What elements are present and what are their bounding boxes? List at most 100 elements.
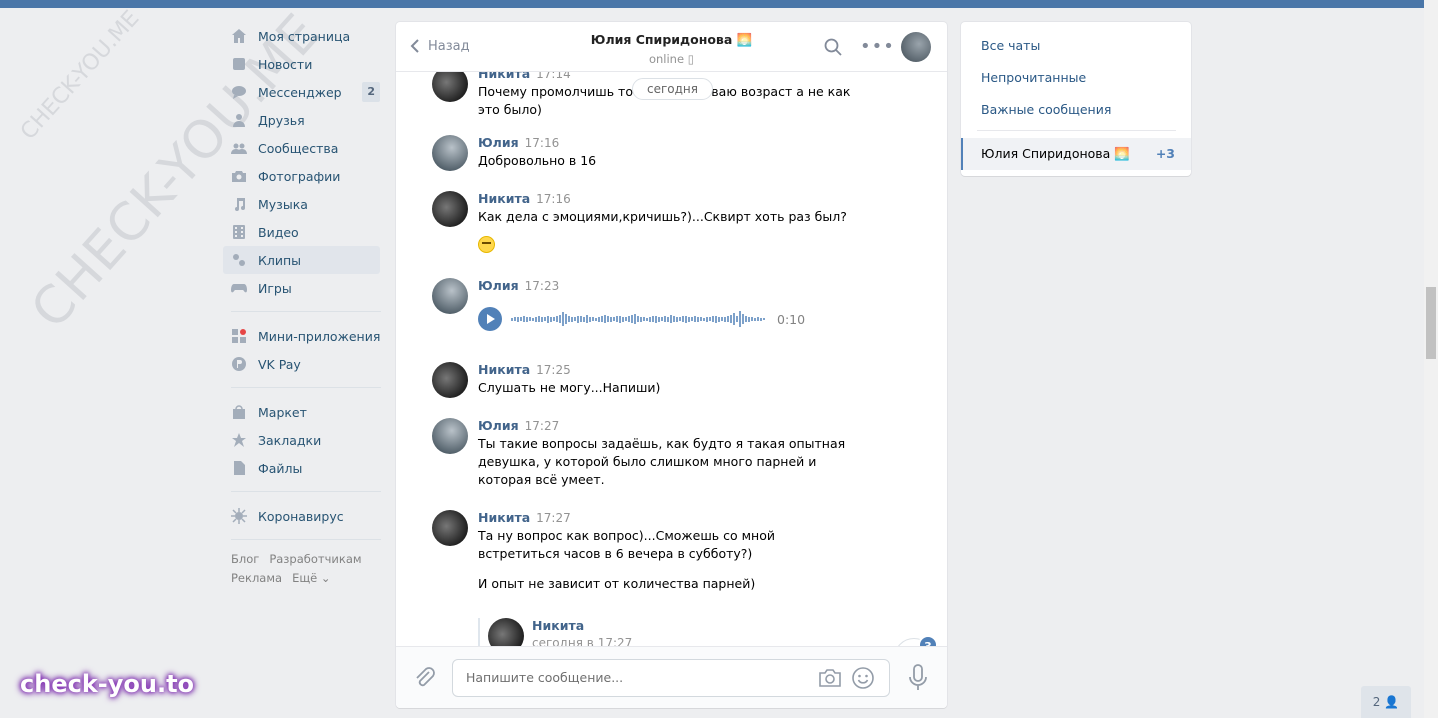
- waveform-bar: [583, 316, 585, 322]
- sidebar-item-market[interactable]: Маркет: [223, 398, 383, 426]
- waveform-bar: [571, 316, 573, 322]
- message-text: Слушать не могу...Напиши): [478, 380, 661, 395]
- waveform-bar: [565, 314, 567, 324]
- message-author[interactable]: Юлия 17:16: [478, 135, 868, 150]
- sidebar-item-label: Сообщества: [258, 140, 339, 156]
- flushed-emoji-icon: [478, 236, 495, 253]
- sidebar-item-news[interactable]: Новости: [223, 50, 383, 78]
- filter-unread[interactable]: Непрочитанные: [981, 70, 1086, 85]
- waveform-bar: [559, 315, 561, 323]
- sidebar-item-bookmarks[interactable]: Закладки: [223, 426, 383, 454]
- message-author[interactable]: Юлия 17:27: [478, 418, 858, 433]
- message-time: 17:25: [536, 363, 571, 377]
- message-author[interactable]: Юлия 17:23: [478, 278, 868, 293]
- more-options-icon[interactable]: •••: [860, 38, 895, 56]
- message-list[interactable]: Никита17:14 Почему промолчишь то?) Я спр…: [396, 72, 947, 646]
- sidebar-item-label: Новости: [258, 56, 313, 72]
- messenger-icon: [231, 84, 247, 100]
- sidebar-divider: [231, 491, 381, 492]
- sidebar-item-coronavirus[interactable]: Коронавирус: [223, 502, 383, 530]
- chat-window: Назад Юлия Спиридонова 🌅 online ▯ ••• Ни…: [396, 22, 947, 708]
- forwarded-message[interactable]: Никита сегодня в 17:27: [478, 618, 632, 646]
- online-people-button[interactable]: 2 👤: [1361, 686, 1411, 718]
- sidebar-item-clips[interactable]: Клипы: [223, 246, 380, 274]
- avatar[interactable]: [432, 72, 468, 102]
- waveform-bar: [736, 316, 738, 322]
- waveform-bar: [763, 318, 765, 320]
- sidebar-item-friends[interactable]: Друзья: [223, 106, 383, 134]
- message-author[interactable]: Никита 17:25: [478, 362, 868, 377]
- sidebar-item-label: Моя страница: [258, 28, 351, 44]
- waveform-bar: [673, 316, 675, 322]
- vkpay-icon: [231, 356, 247, 372]
- waveform-bar: [703, 317, 705, 321]
- waveform-bar: [715, 315, 717, 323]
- avatar[interactable]: [432, 510, 468, 546]
- paperclip-icon[interactable]: [413, 666, 437, 690]
- footer-link-more[interactable]: Ещё ⌄: [292, 571, 330, 585]
- waveform-bar: [697, 316, 699, 322]
- waveform-bar: [664, 316, 666, 322]
- home-icon: [231, 28, 247, 44]
- microphone-icon[interactable]: [906, 663, 930, 693]
- scrollbar-thumb[interactable]: [1426, 287, 1436, 359]
- waveform-bar: [742, 314, 744, 324]
- forwarded-author[interactable]: Никита: [532, 618, 584, 633]
- waveform-bar: [748, 316, 750, 322]
- sidebar-item-groups[interactable]: Сообщества: [223, 134, 383, 162]
- avatar[interactable]: [432, 191, 468, 227]
- footer-link-developers[interactable]: Разработчикам: [269, 552, 361, 566]
- search-icon[interactable]: [824, 38, 842, 56]
- avatar[interactable]: [488, 618, 524, 646]
- message-text: Как дела с эмоциями,кричишь?)...Сквирт х…: [478, 209, 847, 224]
- sidebar-item-games[interactable]: Игры: [223, 274, 383, 302]
- clips-icon: [231, 252, 247, 268]
- peer-avatar[interactable]: [901, 32, 931, 62]
- sidebar-divider: [231, 311, 381, 312]
- waveform-bar: [643, 317, 645, 321]
- message-time: 17:16: [524, 136, 560, 150]
- avatar[interactable]: [432, 418, 468, 454]
- avatar[interactable]: [432, 135, 468, 171]
- waveform-bar: [640, 316, 642, 322]
- sidebar-item-label: Мессенджер: [258, 84, 342, 100]
- news-icon: [231, 56, 247, 72]
- avatar[interactable]: [432, 362, 468, 398]
- page-scrollbar[interactable]: [1424, 0, 1438, 718]
- active-chat-item[interactable]: Юлия Спиридонова 🌅 +3: [961, 138, 1191, 170]
- sidebar-item-my-page[interactable]: Моя страница: [223, 22, 383, 50]
- sidebar-item-photos[interactable]: Фотографии: [223, 162, 383, 190]
- waveform-bar: [535, 316, 537, 322]
- sidebar-item-mini-apps[interactable]: Мини-приложения: [223, 322, 383, 350]
- message-text: Добровольно в 16: [478, 153, 597, 168]
- message-author[interactable]: Никита 17:27: [478, 510, 858, 525]
- footer-link-ads[interactable]: Реклама: [231, 571, 282, 585]
- avatar[interactable]: [432, 278, 468, 314]
- waveform-bar: [622, 316, 624, 322]
- sidebar-item-messenger[interactable]: Мессенджер 2: [223, 78, 383, 106]
- sidebar-item-label: Клипы: [258, 252, 302, 268]
- filter-important[interactable]: Важные сообщения: [981, 102, 1111, 117]
- sidebar-item-vkpay[interactable]: VK Pay: [223, 350, 383, 378]
- waveform-bar: [523, 316, 525, 322]
- camera-icon[interactable]: [818, 667, 842, 689]
- play-icon[interactable]: [478, 307, 502, 331]
- sidebar-item-files[interactable]: Файлы: [223, 454, 383, 482]
- waveform-bar: [682, 316, 684, 322]
- filter-all-chats[interactable]: Все чаты: [981, 38, 1040, 53]
- waveform-bar: [541, 316, 543, 322]
- waveform-bar: [634, 314, 636, 324]
- waveform-bar: [724, 316, 726, 322]
- footer-link-blog[interactable]: Блог: [231, 552, 259, 566]
- brand-watermark: check-you.to: [20, 670, 195, 698]
- emoji-icon[interactable]: [851, 666, 875, 690]
- waveform-bar: [709, 317, 711, 321]
- sidebar-item-video[interactable]: Видео: [223, 218, 383, 246]
- sidebar-divider: [231, 539, 381, 540]
- message-author[interactable]: Никита 17:16: [478, 191, 868, 206]
- waveform-bar: [592, 317, 594, 321]
- sidebar-item-music[interactable]: Музыка: [223, 190, 383, 218]
- waveform-bar: [670, 315, 672, 323]
- voice-waveform[interactable]: [511, 309, 765, 329]
- sidebar-item-label: Игры: [258, 280, 292, 296]
